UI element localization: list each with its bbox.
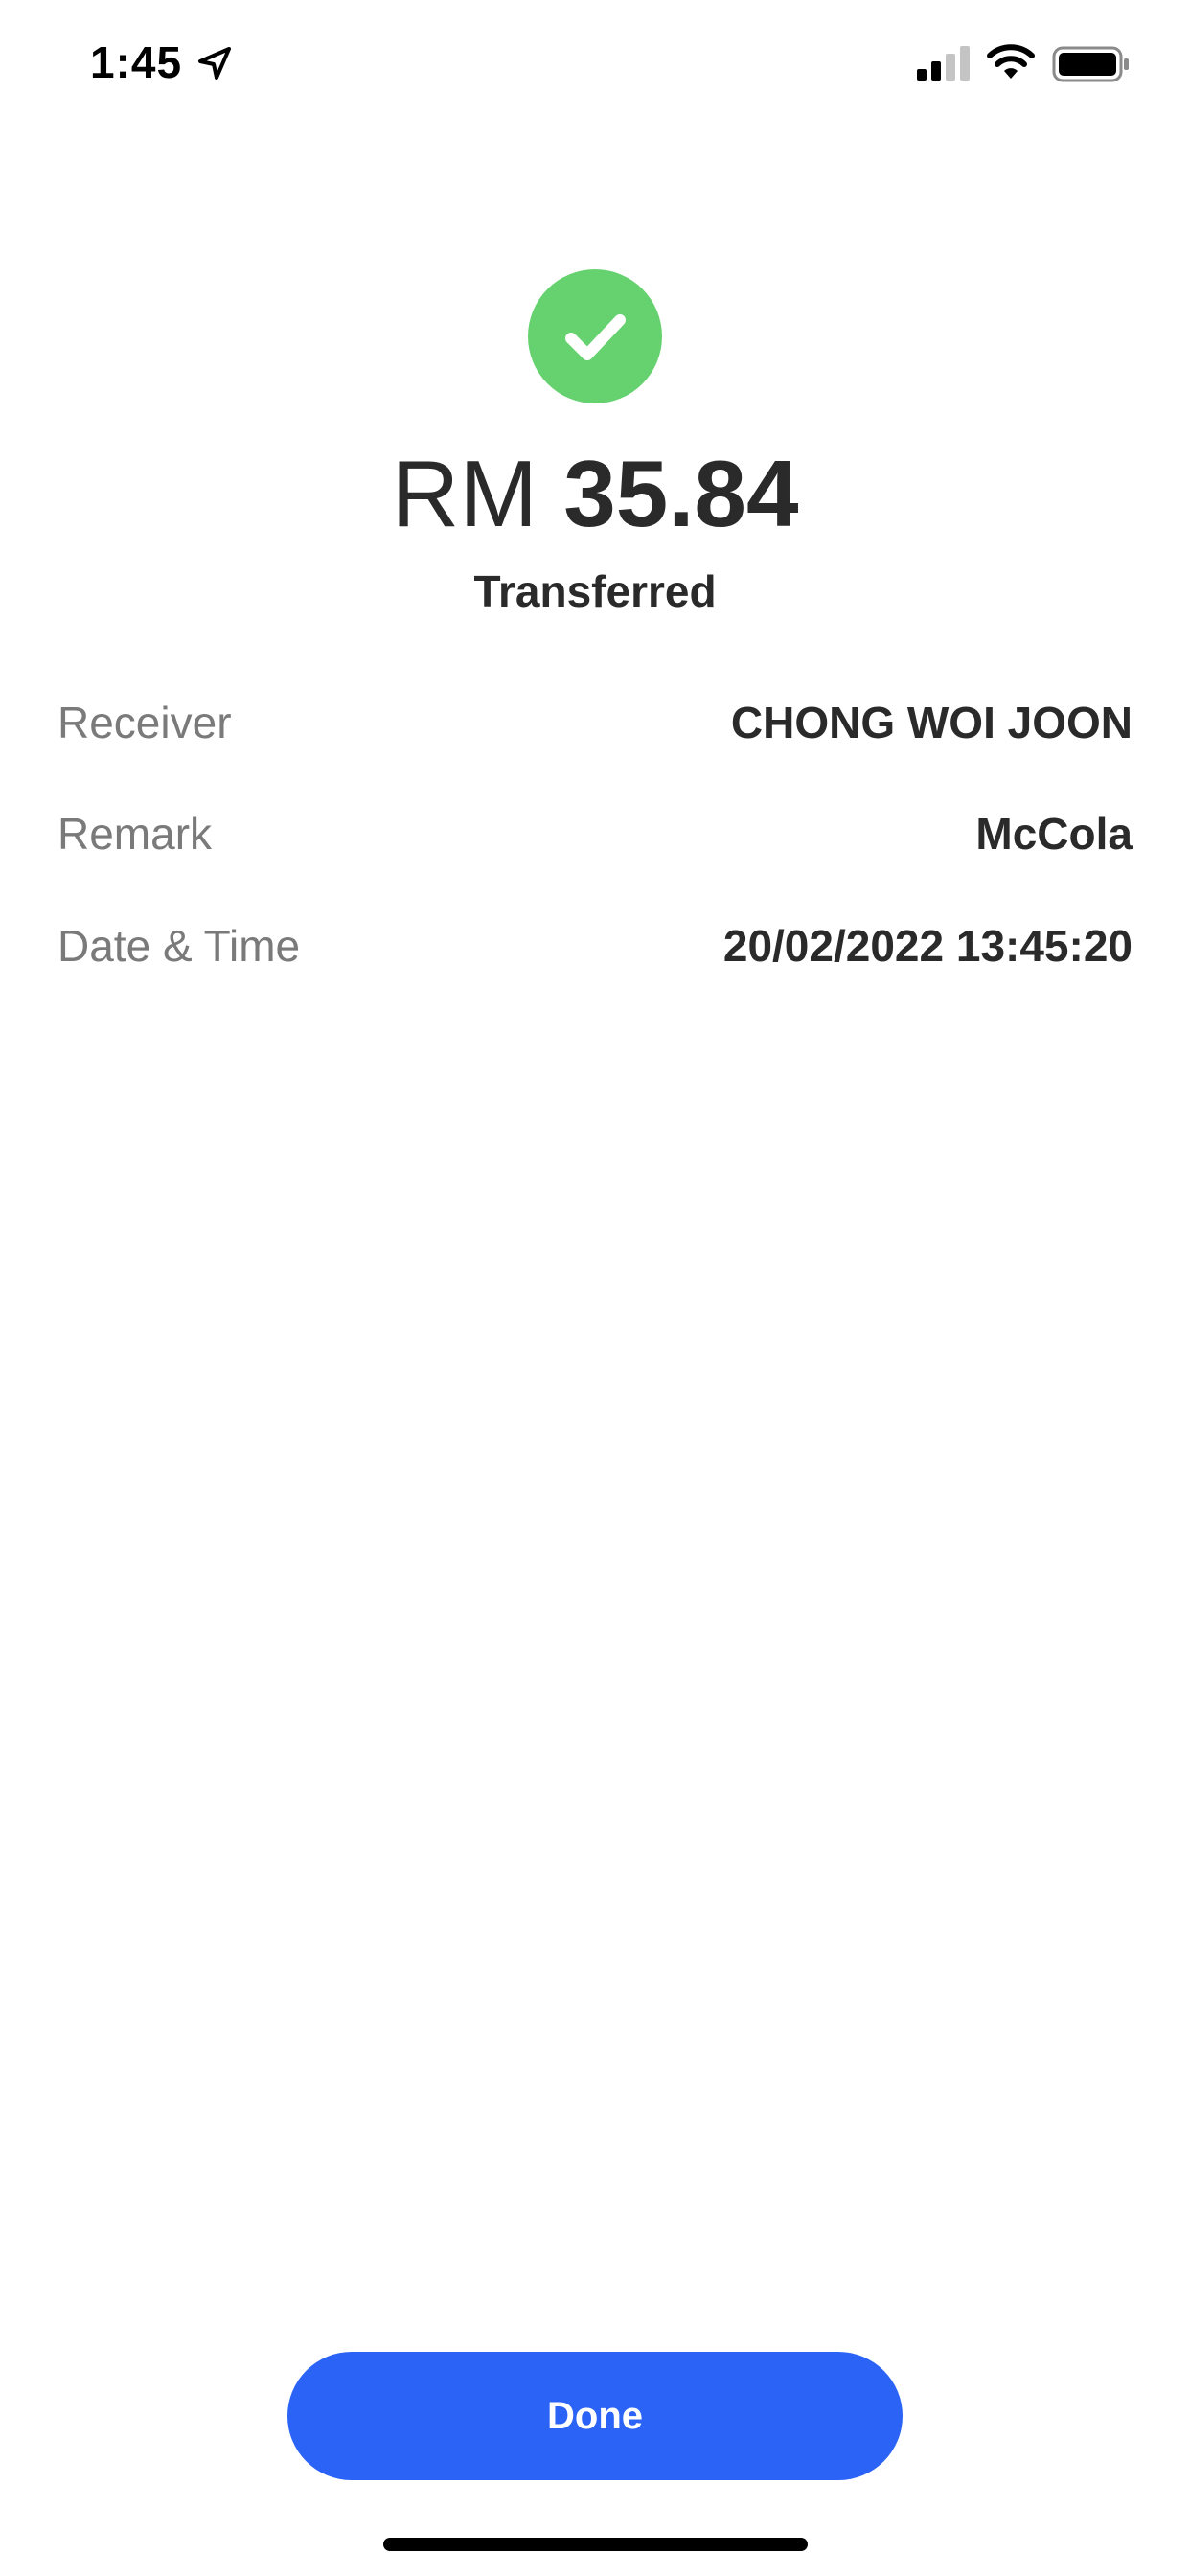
- battery-icon: [1052, 46, 1129, 82]
- detail-value: McCola: [975, 809, 1133, 859]
- currency-label: RM: [391, 441, 538, 546]
- detail-label: Receiver: [57, 698, 232, 748]
- wifi-icon: [987, 44, 1035, 79]
- detail-label: Remark: [57, 809, 213, 859]
- status-bar: 1:45: [0, 0, 1190, 126]
- cellular-signal-icon: [917, 46, 970, 80]
- check-circle-icon: [528, 269, 662, 403]
- detail-label: Date & Time: [57, 921, 301, 971]
- home-indicator[interactable]: [383, 2538, 808, 2551]
- detail-row-receiver: Receiver CHONG WOI JOON: [57, 697, 1133, 754]
- check-mark-icon: [565, 314, 626, 360]
- amount-value: 35.84: [563, 441, 799, 546]
- done-button[interactable]: Done: [287, 2352, 903, 2480]
- location-arrow-icon: [198, 47, 231, 80]
- transfer-status: Transferred: [473, 566, 717, 616]
- transfer-amount: RM 35.84: [0, 441, 1190, 546]
- detail-row-remark: Remark McCola: [57, 808, 1133, 865]
- detail-value: 20/02/2022 13:45:20: [722, 921, 1133, 971]
- detail-value: CHONG WOI JOON: [730, 698, 1133, 748]
- status-time: 1:45: [90, 37, 183, 87]
- detail-row-date-time: Date & Time 20/02/2022 13:45:20: [57, 920, 1133, 978]
